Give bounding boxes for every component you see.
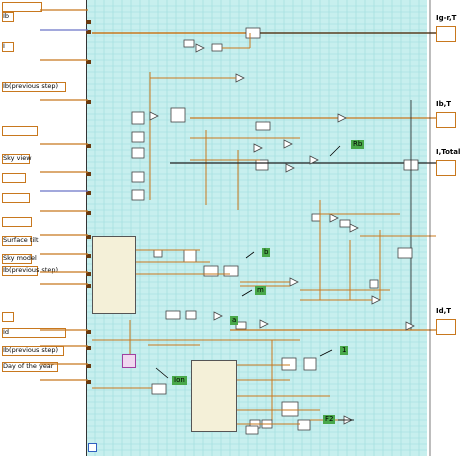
operator-triangle	[405, 321, 415, 331]
function-node	[131, 189, 145, 201]
function-node	[245, 27, 261, 39]
formula-node-left	[92, 236, 136, 314]
function-node	[397, 247, 413, 259]
function-node	[297, 419, 311, 431]
function-node	[339, 219, 351, 228]
label-a: a	[230, 316, 239, 325]
function-node	[369, 279, 379, 289]
arrow	[319, 349, 333, 357]
function-node	[245, 425, 259, 435]
function-node	[185, 310, 197, 320]
function-node	[281, 401, 299, 417]
arrow	[329, 145, 341, 157]
function-node	[131, 147, 145, 159]
function-node	[131, 171, 145, 183]
arrow	[155, 367, 169, 379]
arrow	[241, 289, 253, 297]
operator-triangle	[213, 311, 223, 321]
operator-triangle	[329, 213, 339, 223]
label-ion: Ion	[172, 376, 187, 385]
label-m: m	[255, 286, 266, 295]
function-node	[211, 43, 223, 52]
operator-triangle	[253, 143, 263, 153]
function-node	[311, 213, 321, 222]
operator-triangle	[283, 139, 293, 149]
operator-triangle	[349, 223, 359, 233]
label-f2: F2	[323, 415, 336, 424]
function-node	[255, 159, 269, 171]
function-node	[131, 131, 145, 143]
function-node	[151, 383, 167, 395]
function-node	[131, 111, 145, 125]
operator-triangle	[149, 111, 159, 121]
operator-triangle	[235, 73, 245, 83]
operator-triangle	[337, 113, 347, 123]
operator-triangle	[285, 163, 295, 173]
function-node	[170, 107, 186, 123]
label-b: b	[262, 248, 271, 257]
label-1: 1	[340, 346, 349, 355]
function-node	[153, 249, 163, 258]
function-node	[183, 39, 195, 48]
operator-triangle	[289, 277, 299, 287]
function-node	[303, 357, 317, 371]
operator-triangle	[371, 295, 381, 305]
corner-icon	[88, 443, 97, 452]
label-rb: Rb	[351, 140, 365, 149]
function-node	[183, 249, 197, 263]
function-node	[165, 310, 181, 320]
formula-node-bottom	[191, 360, 237, 432]
case-selector[interactable]	[122, 354, 136, 368]
operator-triangle	[195, 43, 205, 53]
arrow	[245, 251, 255, 259]
operator-triangle	[259, 319, 269, 329]
function-node	[255, 121, 271, 131]
function-node	[281, 357, 297, 371]
